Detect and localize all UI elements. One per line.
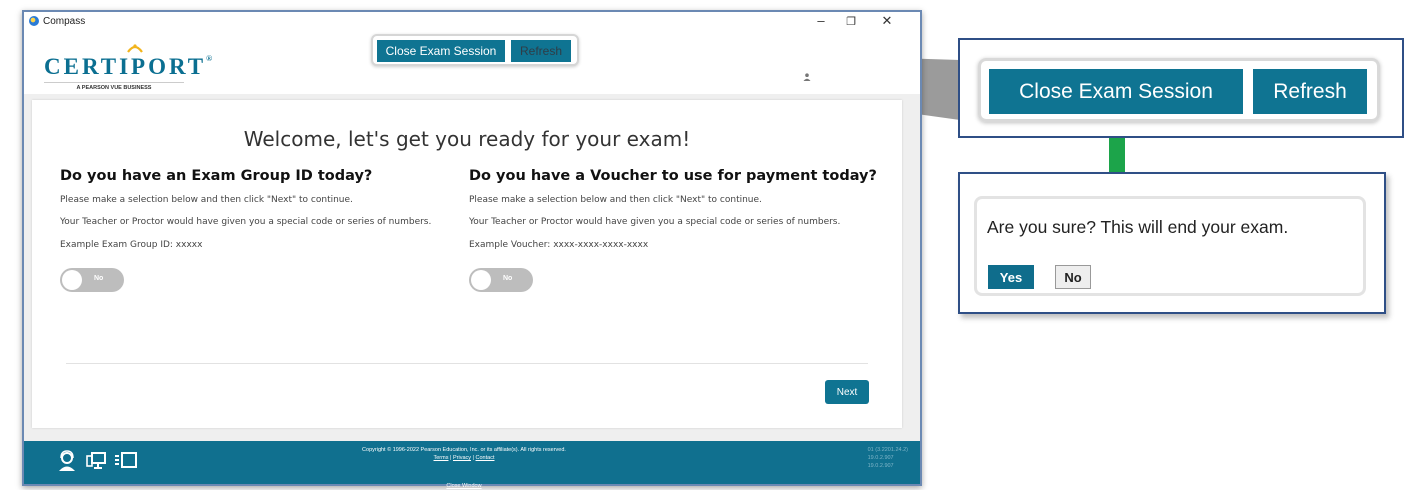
exam-group-instruction: Please make a selection below and then c… bbox=[60, 195, 353, 205]
exam-group-toggle[interactable]: No bbox=[60, 268, 124, 292]
copyright-text: Copyright © 1996-2022 Pearson Education,… bbox=[362, 447, 566, 453]
app-header: CERTIPORT® A PEARSON VUE BUSINESS Close … bbox=[24, 32, 920, 94]
callout-link-bar bbox=[1109, 138, 1125, 176]
callout-refresh-button[interactable]: Refresh bbox=[1253, 69, 1367, 114]
logo-wordmark: CERTIPORT bbox=[44, 54, 207, 79]
voucher-instruction: Please make a selection below and then c… bbox=[469, 195, 762, 205]
restore-button[interactable]: ❐ bbox=[841, 15, 861, 28]
support-agent-icon[interactable] bbox=[56, 450, 78, 472]
content-area: Welcome, let's get you ready for your ex… bbox=[24, 94, 920, 441]
confirm-message: Are you sure? This will end your exam. bbox=[987, 217, 1289, 237]
toggle-knob bbox=[62, 270, 82, 290]
header-button-group: Close Exam Session Refresh bbox=[371, 34, 579, 66]
toggle-knob bbox=[471, 270, 491, 290]
exam-group-heading: Do you have an Exam Group ID today? bbox=[60, 168, 373, 184]
version-line: 19.0.2.907 bbox=[867, 463, 894, 469]
logo-trademark: ® bbox=[206, 54, 213, 63]
toggle-label: No bbox=[503, 275, 513, 282]
divider bbox=[66, 363, 868, 364]
minimize-button[interactable]: – bbox=[811, 13, 831, 28]
window-title: Compass bbox=[43, 16, 86, 27]
logo-flare-icon bbox=[127, 44, 143, 53]
callout-confirm-dialog: Are you sure? This will end your exam. Y… bbox=[958, 172, 1386, 314]
voucher-heading: Do you have a Voucher to use for payment… bbox=[469, 168, 877, 184]
title-bar: Compass – ❐ ✕ bbox=[24, 12, 920, 32]
logo-tagline: A PEARSON VUE BUSINESS bbox=[44, 82, 184, 91]
close-window-link[interactable]: Close Window bbox=[324, 482, 604, 490]
user-icon[interactable] bbox=[803, 73, 811, 81]
version-line: 19.0.2.907 bbox=[867, 455, 894, 461]
contact-link[interactable]: Contact bbox=[476, 455, 495, 461]
page-title: Welcome, let's get you ready for your ex… bbox=[243, 127, 691, 152]
version-line: 01 (3.2201.24.2) bbox=[867, 447, 908, 453]
link-separator: | bbox=[472, 455, 474, 461]
compass-window: Compass – ❐ ✕ CERTIPORT® A PEARSON VUE B… bbox=[22, 10, 922, 489]
close-window-button[interactable]: ✕ bbox=[877, 13, 897, 29]
exam-group-section: Do you have an Exam Group ID today? Plea… bbox=[60, 168, 465, 292]
exam-group-hint: Your Teacher or Proctor would have given… bbox=[60, 217, 432, 227]
callout-button-group: Close Exam Session Refresh bbox=[978, 58, 1380, 122]
screen-list-icon[interactable] bbox=[114, 450, 138, 470]
close-exam-session-button[interactable]: Close Exam Session bbox=[377, 40, 505, 62]
compass-app-icon bbox=[29, 16, 39, 26]
voucher-hint: Your Teacher or Proctor would have given… bbox=[469, 217, 841, 227]
callout-buttons-zoom: Close Exam Session Refresh bbox=[958, 38, 1404, 138]
confirm-box: Are you sure? This will end your exam. Y… bbox=[974, 196, 1366, 296]
no-button[interactable]: No bbox=[1055, 265, 1091, 289]
footer: Copyright © 1996-2022 Pearson Education,… bbox=[24, 441, 920, 489]
voucher-toggle[interactable]: No bbox=[469, 268, 533, 292]
voucher-example: Example Voucher: xxxx-xxxx-xxxx-xxxx bbox=[469, 240, 649, 250]
voucher-section: Do you have a Voucher to use for payment… bbox=[469, 168, 877, 292]
next-button[interactable]: Next bbox=[825, 380, 869, 404]
callout-close-exam-session-button[interactable]: Close Exam Session bbox=[989, 69, 1243, 114]
version-info: 01 (3.2201.24.2) 19.0.2.907 19.0.2.907 bbox=[868, 446, 908, 470]
toggle-label: No bbox=[94, 275, 104, 282]
remote-desktop-icon[interactable] bbox=[86, 450, 106, 470]
link-separator: | bbox=[450, 455, 452, 461]
refresh-button[interactable]: Refresh bbox=[511, 40, 571, 62]
privacy-link[interactable]: Privacy bbox=[453, 455, 471, 461]
terms-link[interactable]: Terms bbox=[434, 455, 449, 461]
certiport-logo: CERTIPORT® A PEARSON VUE BUSINESS bbox=[44, 38, 214, 91]
exam-group-example: Example Exam Group ID: xxxxx bbox=[60, 240, 203, 250]
copyright-block: Copyright © 1996-2022 Pearson Education,… bbox=[324, 446, 604, 489]
welcome-panel: Welcome, let's get you ready for your ex… bbox=[32, 100, 902, 428]
yes-button[interactable]: Yes bbox=[988, 265, 1034, 289]
